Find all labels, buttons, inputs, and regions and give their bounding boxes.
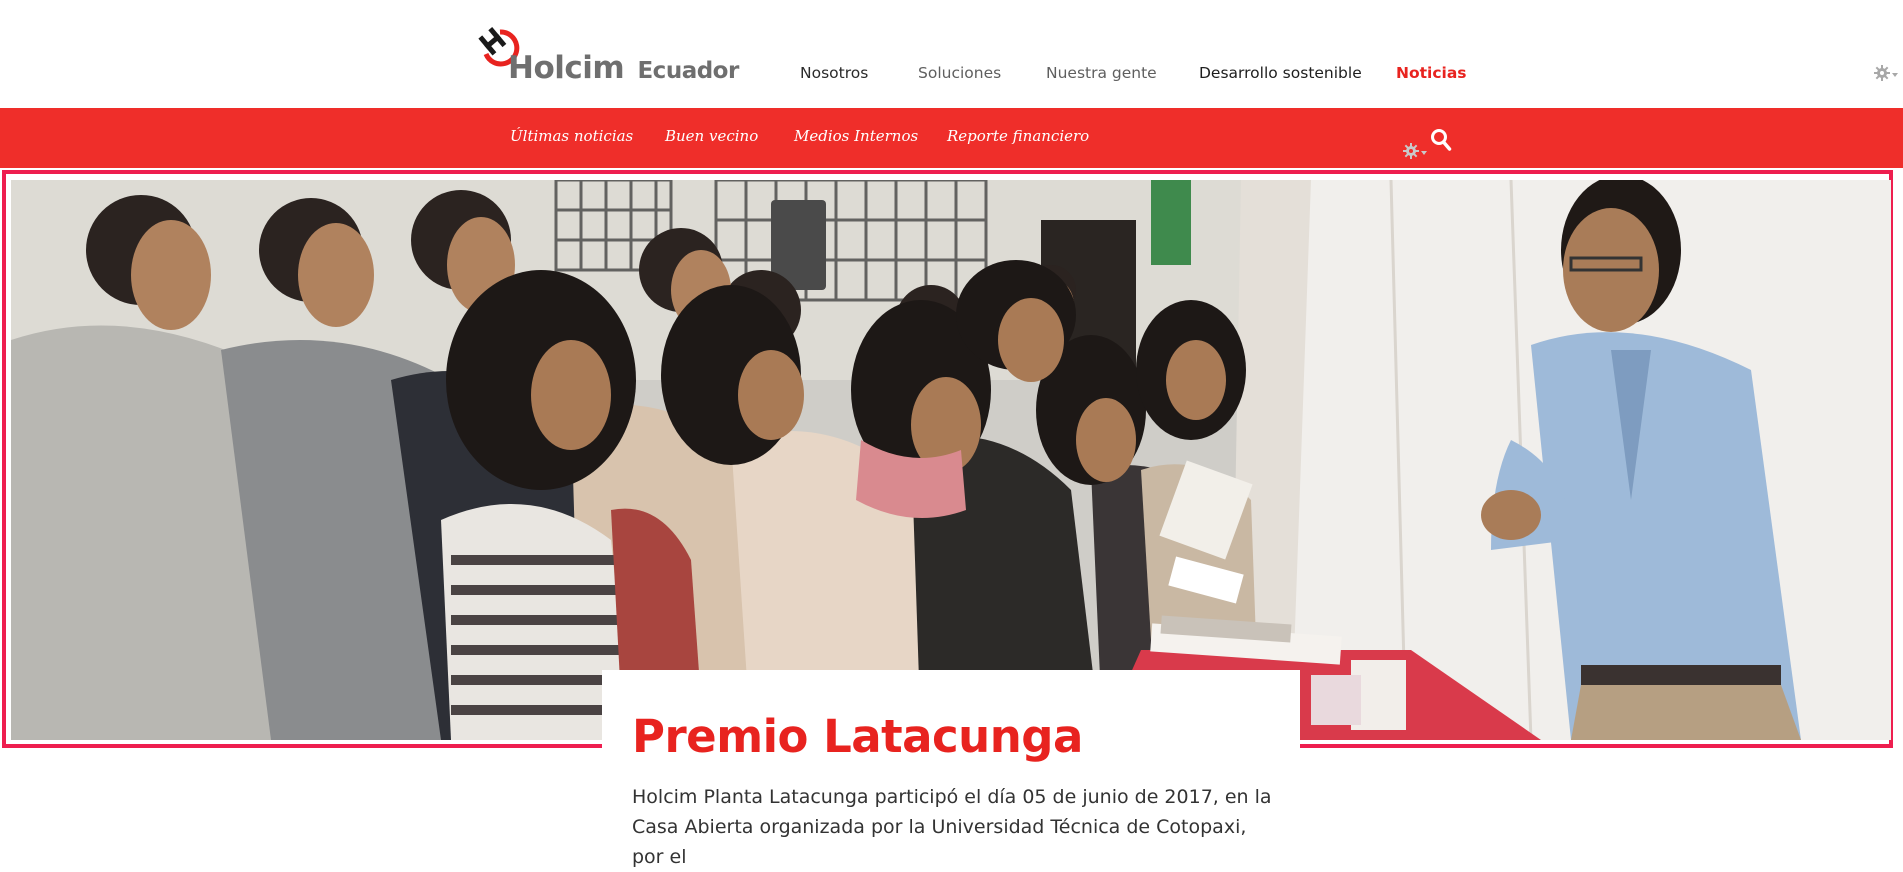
subnav-item-ultimas-noticias[interactable]: Últimas noticias [510, 127, 633, 145]
subnav-item-buen-vecino[interactable]: Buen vecino [665, 127, 758, 145]
brand-name: Holcim Ecuador [508, 50, 739, 86]
nav-item-desarrollo-sostenible[interactable]: Desarrollo sostenible [1199, 64, 1362, 82]
brand-country: Ecuador [637, 58, 739, 84]
holcim-logo-link[interactable]: Holcim Ecuador [478, 24, 739, 88]
nav-item-noticias[interactable]: Noticias [1396, 64, 1467, 82]
featured-article-card: Premio Latacunga Holcim Planta Latacunga… [602, 670, 1300, 868]
article-excerpt-line: Holcim Planta Latacunga participó el día… [632, 786, 1272, 808]
article-excerpt: Holcim Planta Latacunga participó el día… [632, 782, 1272, 872]
search-icon[interactable] [1430, 128, 1452, 152]
subnav-item-medios-internos[interactable]: Medios Internos [794, 127, 918, 145]
brand-name-text: Holcim [508, 50, 625, 86]
subnav-item-reporte-financiero[interactable]: Reporte financiero [947, 127, 1089, 145]
article-excerpt-line: Casa Abierta organizada por la Universid… [632, 816, 1247, 868]
nav-item-nuestra-gente[interactable]: Nuestra gente [1046, 64, 1157, 82]
students-photo-illustration [11, 180, 1891, 740]
hero-photo[interactable] [11, 180, 1891, 740]
nav-item-soluciones[interactable]: Soluciones [918, 64, 1001, 82]
news-subnavigation: Últimas noticias Buen vecino Medios Inte… [0, 108, 1903, 168]
gear-dropdown-icon[interactable] [1402, 142, 1428, 162]
nav-item-nosotros[interactable]: Nosotros [800, 64, 868, 82]
gear-dropdown-icon[interactable] [1873, 64, 1899, 84]
site-header: Holcim Ecuador Nosotros Soluciones Nuest… [0, 0, 1903, 108]
article-title[interactable]: Premio Latacunga [632, 710, 1083, 763]
